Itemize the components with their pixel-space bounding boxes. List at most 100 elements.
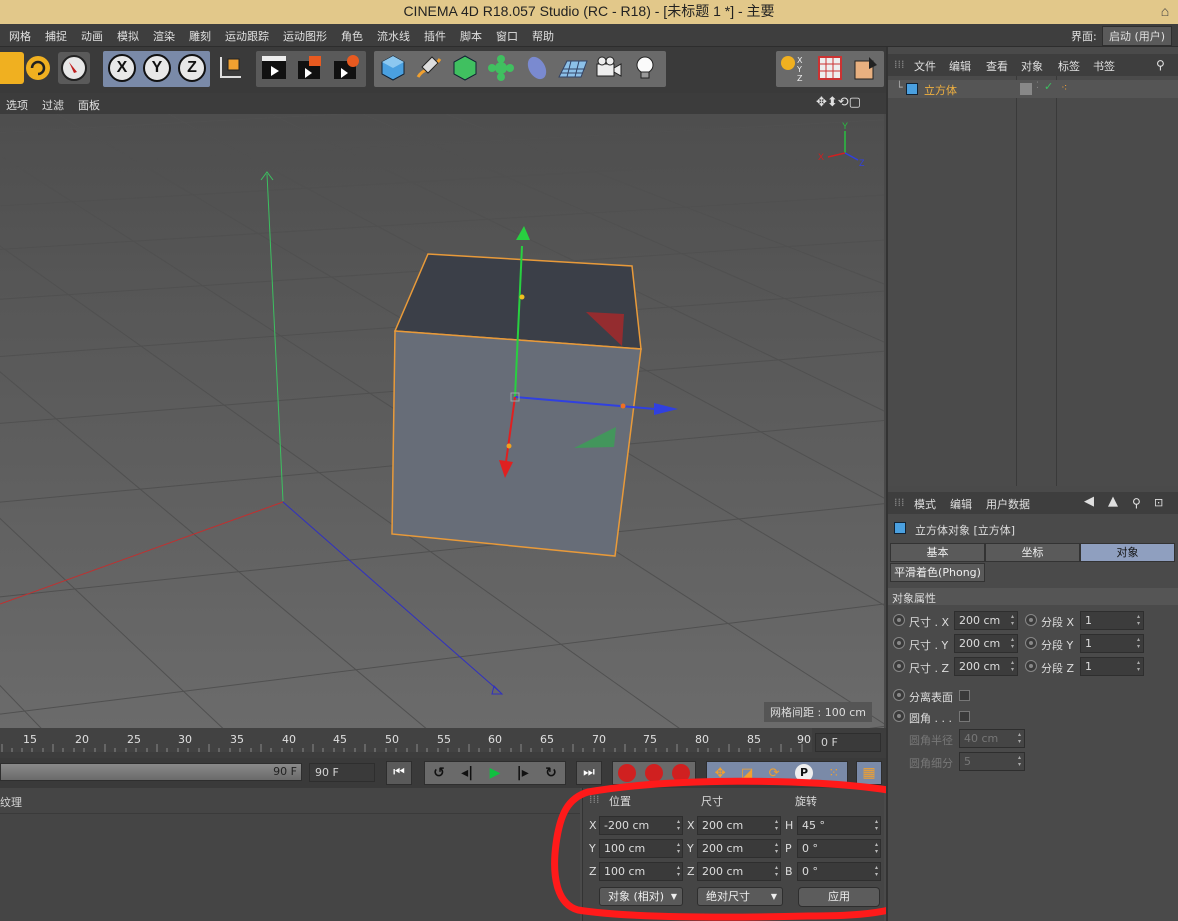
scale-tool-icon[interactable]	[0, 52, 24, 84]
camera-icon[interactable]	[593, 52, 625, 84]
am-menu-mode[interactable]: 模式	[914, 496, 936, 512]
tag-icon[interactable]: ⁖	[1061, 81, 1067, 94]
pen-spline-icon[interactable]	[413, 52, 445, 84]
3d-viewport[interactable]: Y X Z 网格间距 : 100 cm	[0, 114, 884, 728]
size-x-field[interactable]: 200 cm	[954, 611, 1018, 630]
z-axis-lock-button[interactable]: Z	[176, 52, 208, 84]
tab-coordinates[interactable]: 坐标	[985, 543, 1080, 562]
separate-surfaces-checkbox[interactable]	[959, 690, 970, 701]
animate-radio[interactable]	[893, 660, 905, 672]
prev-frame-icon[interactable]: ◂|	[461, 765, 473, 781]
om-menu-view[interactable]: 查看	[986, 58, 1008, 74]
play-icon[interactable]: ▶	[490, 765, 501, 781]
om-menu-bookmarks[interactable]: 书签	[1093, 58, 1115, 74]
layout-dropdown[interactable]: 启动 (用户)	[1102, 26, 1173, 46]
current-frame-field[interactable]: 0 F	[815, 733, 881, 752]
prev-key-icon[interactable]: ↺	[433, 765, 445, 781]
am-menu-user-data[interactable]: 用户数据	[986, 496, 1030, 512]
render-to-picture-viewer-icon[interactable]	[294, 52, 326, 84]
menu-sculpt[interactable]: 雕刻	[189, 28, 211, 44]
tab-phong[interactable]: 平滑着色(Phong)	[890, 563, 985, 582]
segments-x-field[interactable]: 1	[1080, 611, 1144, 630]
size-y-field[interactable]: 200 cm	[954, 634, 1018, 653]
end-frame-field[interactable]: 90 F	[309, 763, 375, 782]
frame-range-slider[interactable]: 90 F	[0, 763, 302, 781]
material-manager-header: 纹理	[0, 788, 580, 814]
animate-radio[interactable]	[893, 614, 905, 626]
enabled-check-icon[interactable]: ✓	[1044, 80, 1053, 93]
material-xyz-icon[interactable]: XYZ	[778, 52, 810, 84]
back-arrow-icon[interactable]: ◀	[1084, 494, 1094, 509]
window-control-icon[interactable]: ⌂	[1158, 0, 1172, 22]
animate-radio[interactable]	[893, 710, 905, 722]
cloner-icon[interactable]	[485, 52, 517, 84]
viewport-navigation-icons[interactable]: ✥⬍⟲▢	[816, 95, 861, 110]
recent-tools-icon[interactable]	[58, 52, 90, 84]
tab-object[interactable]: 对象	[1080, 543, 1175, 562]
menu-snap[interactable]: 捕捉	[45, 28, 67, 44]
timeline-tick: 30	[178, 733, 192, 746]
coordinate-system-icon[interactable]	[214, 52, 246, 84]
segments-z-field[interactable]: 1	[1080, 657, 1144, 676]
viewport-menu-filter[interactable]: 过滤	[42, 97, 64, 113]
cube-object-icon[interactable]	[377, 52, 409, 84]
viewport-menu-panel[interactable]: 面板	[78, 97, 100, 113]
tab-basic[interactable]: 基本	[890, 543, 985, 562]
menu-pipeline[interactable]: 流水线	[377, 28, 410, 44]
om-menu-tags[interactable]: 标签	[1058, 58, 1080, 74]
menu-mograph[interactable]: 运动图形	[283, 28, 327, 44]
menu-render[interactable]: 渲染	[153, 28, 175, 44]
segments-y-label: 分段 Y	[1041, 639, 1074, 652]
menu-help[interactable]: 帮助	[532, 28, 554, 44]
timeline-ruler[interactable]: 15 20 25 30 35 40 45 50 55 60 65 70 75 8…	[0, 728, 812, 752]
search-icon[interactable]: ⚲	[1132, 496, 1141, 510]
timeline-tick: 60	[488, 733, 502, 746]
timeline-tick: 40	[282, 733, 296, 746]
visibility-toggle-icon[interactable]	[1020, 83, 1032, 95]
om-menu-edit[interactable]: 编辑	[949, 58, 971, 74]
animate-radio[interactable]	[1025, 614, 1037, 626]
menu-animate[interactable]: 动画	[81, 28, 103, 44]
segments-x-label: 分段 X	[1041, 616, 1075, 629]
size-z-field[interactable]: 200 cm	[954, 657, 1018, 676]
render-view-icon[interactable]	[258, 52, 290, 84]
deformer-icon[interactable]	[521, 52, 553, 84]
om-menu-object[interactable]: 对象	[1021, 58, 1043, 74]
menu-mesh[interactable]: 网格	[9, 28, 31, 44]
render-settings-icon[interactable]	[330, 52, 362, 84]
floor-icon[interactable]	[557, 52, 589, 84]
search-icon[interactable]: ⚲	[1156, 58, 1165, 72]
animate-radio[interactable]	[893, 637, 905, 649]
segments-z-label: 分段 Z	[1041, 662, 1075, 675]
animate-radio[interactable]	[1025, 660, 1037, 672]
subdivision-surface-icon[interactable]	[449, 52, 481, 84]
om-menu-file[interactable]: 文件	[914, 58, 936, 74]
am-menu-edit[interactable]: 编辑	[950, 496, 972, 512]
material-menu-texture[interactable]: 纹理	[0, 794, 22, 810]
light-icon[interactable]	[629, 52, 661, 84]
y-axis-lock-button[interactable]: Y	[141, 52, 173, 84]
x-axis-lock-button[interactable]: X	[106, 52, 138, 84]
menu-window[interactable]: 窗口	[496, 28, 518, 44]
go-to-start-icon[interactable]: ⏮	[386, 761, 412, 785]
menu-character[interactable]: 角色	[341, 28, 363, 44]
object-name[interactable]: 立方体	[924, 82, 957, 98]
menu-simulate[interactable]: 模拟	[117, 28, 139, 44]
menu-motion-tracking[interactable]: 运动跟踪	[225, 28, 269, 44]
up-arrow-icon[interactable]: ▲	[1108, 494, 1118, 509]
next-frame-icon[interactable]: |▸	[517, 765, 529, 781]
menu-plugins[interactable]: 插件	[424, 28, 446, 44]
texture-grid-icon[interactable]	[814, 52, 846, 84]
rotate-tool-icon[interactable]	[22, 52, 54, 84]
editor-render-dots-icon[interactable]: ⁚	[1036, 81, 1039, 91]
paint-texture-icon[interactable]	[850, 52, 882, 84]
segments-y-field[interactable]: 1	[1080, 634, 1144, 653]
menu-script[interactable]: 脚本	[460, 28, 482, 44]
animate-radio[interactable]	[893, 689, 905, 701]
lock-icon[interactable]: ⊡	[1154, 496, 1163, 509]
fillet-checkbox[interactable]	[959, 711, 970, 722]
object-row-cube[interactable]: └ 立方体 ⁚ ✓ ⁖	[888, 80, 1178, 98]
animate-radio[interactable]	[1025, 637, 1037, 649]
viewport-menu-options[interactable]: 选项	[6, 97, 28, 113]
panel-grip-icon: ⁞⁞⁞	[894, 58, 905, 71]
